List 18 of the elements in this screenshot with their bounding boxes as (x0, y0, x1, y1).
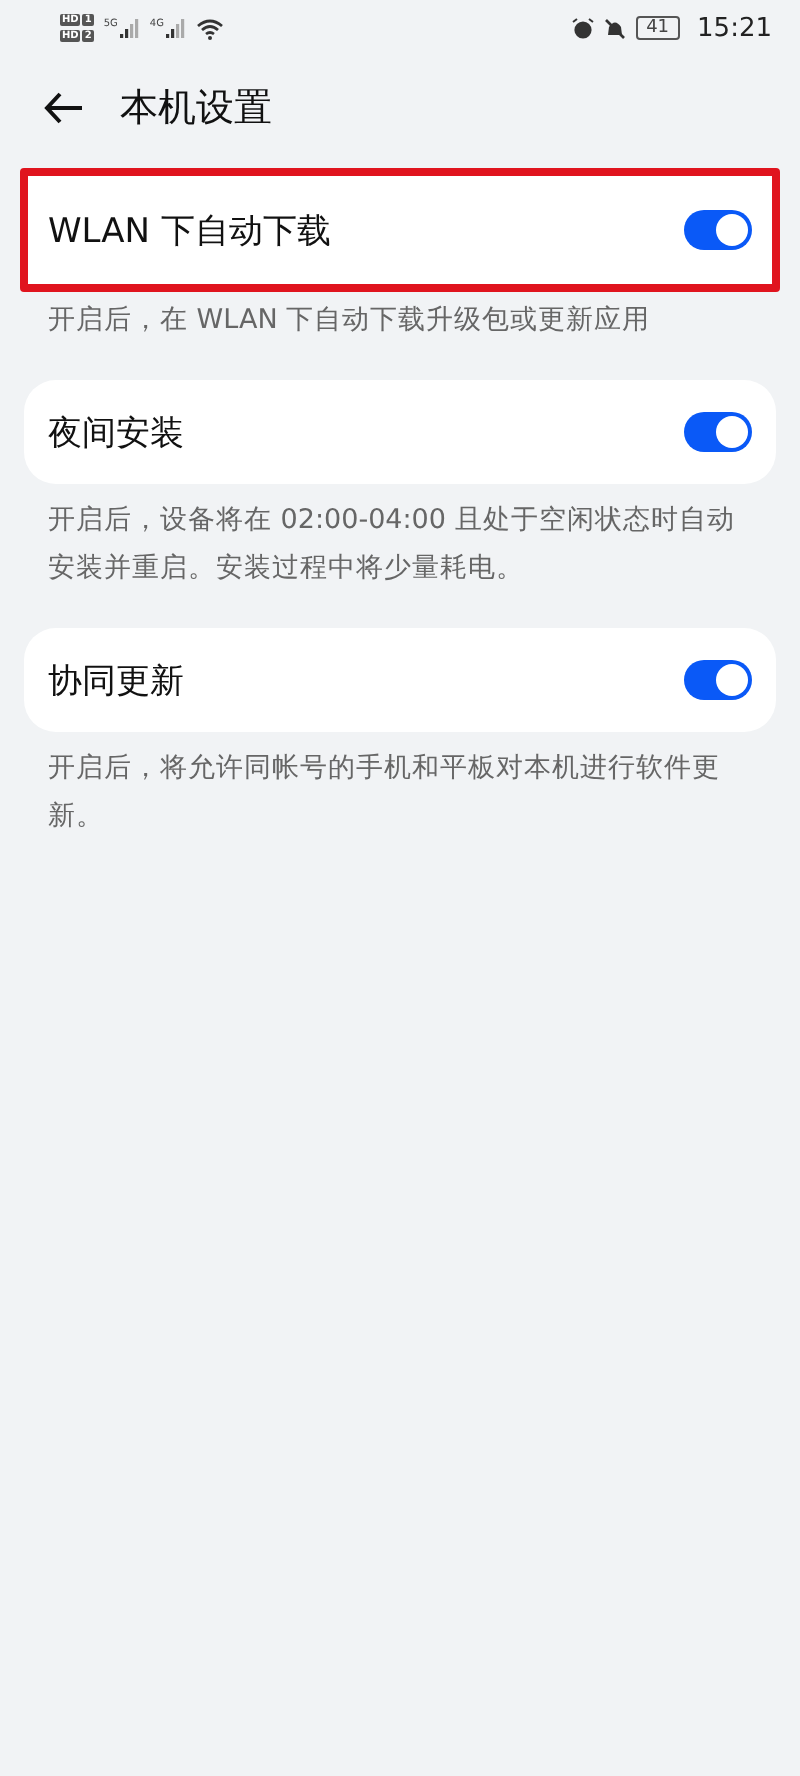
setting-label: 协同更新 (48, 659, 184, 703)
alarm-icon (572, 17, 595, 39)
toggle-switch[interactable] (684, 412, 752, 452)
back-arrow-icon[interactable] (44, 92, 84, 124)
setting-description: 开启后，将允许同帐号的手机和平板对本机进行软件更新。 (46, 750, 722, 836)
setting-description: 开启后，设备将在 02:00-04:00 且处于空闲状态时自动安装并重启。安装过程中将少量耗电。 (46, 502, 737, 588)
page-title: 本机设置 (120, 84, 272, 134)
toggle-switch[interactable] (684, 660, 752, 700)
signal-icon (119, 18, 140, 38)
toggle-switch[interactable] (684, 210, 752, 250)
wifi-icon (195, 17, 224, 39)
setting-description: 开启后，在 WLAN 下自动下载升级包或更新应用 (46, 302, 653, 340)
setting-label: 夜间安装 (48, 411, 184, 455)
setting-label: WLAN 下自动下载 (48, 209, 331, 253)
clock-time: 15:21 (697, 13, 772, 43)
battery-level: 41 (636, 16, 680, 40)
signal-icon (165, 18, 186, 38)
bell-muted-icon (604, 17, 627, 39)
